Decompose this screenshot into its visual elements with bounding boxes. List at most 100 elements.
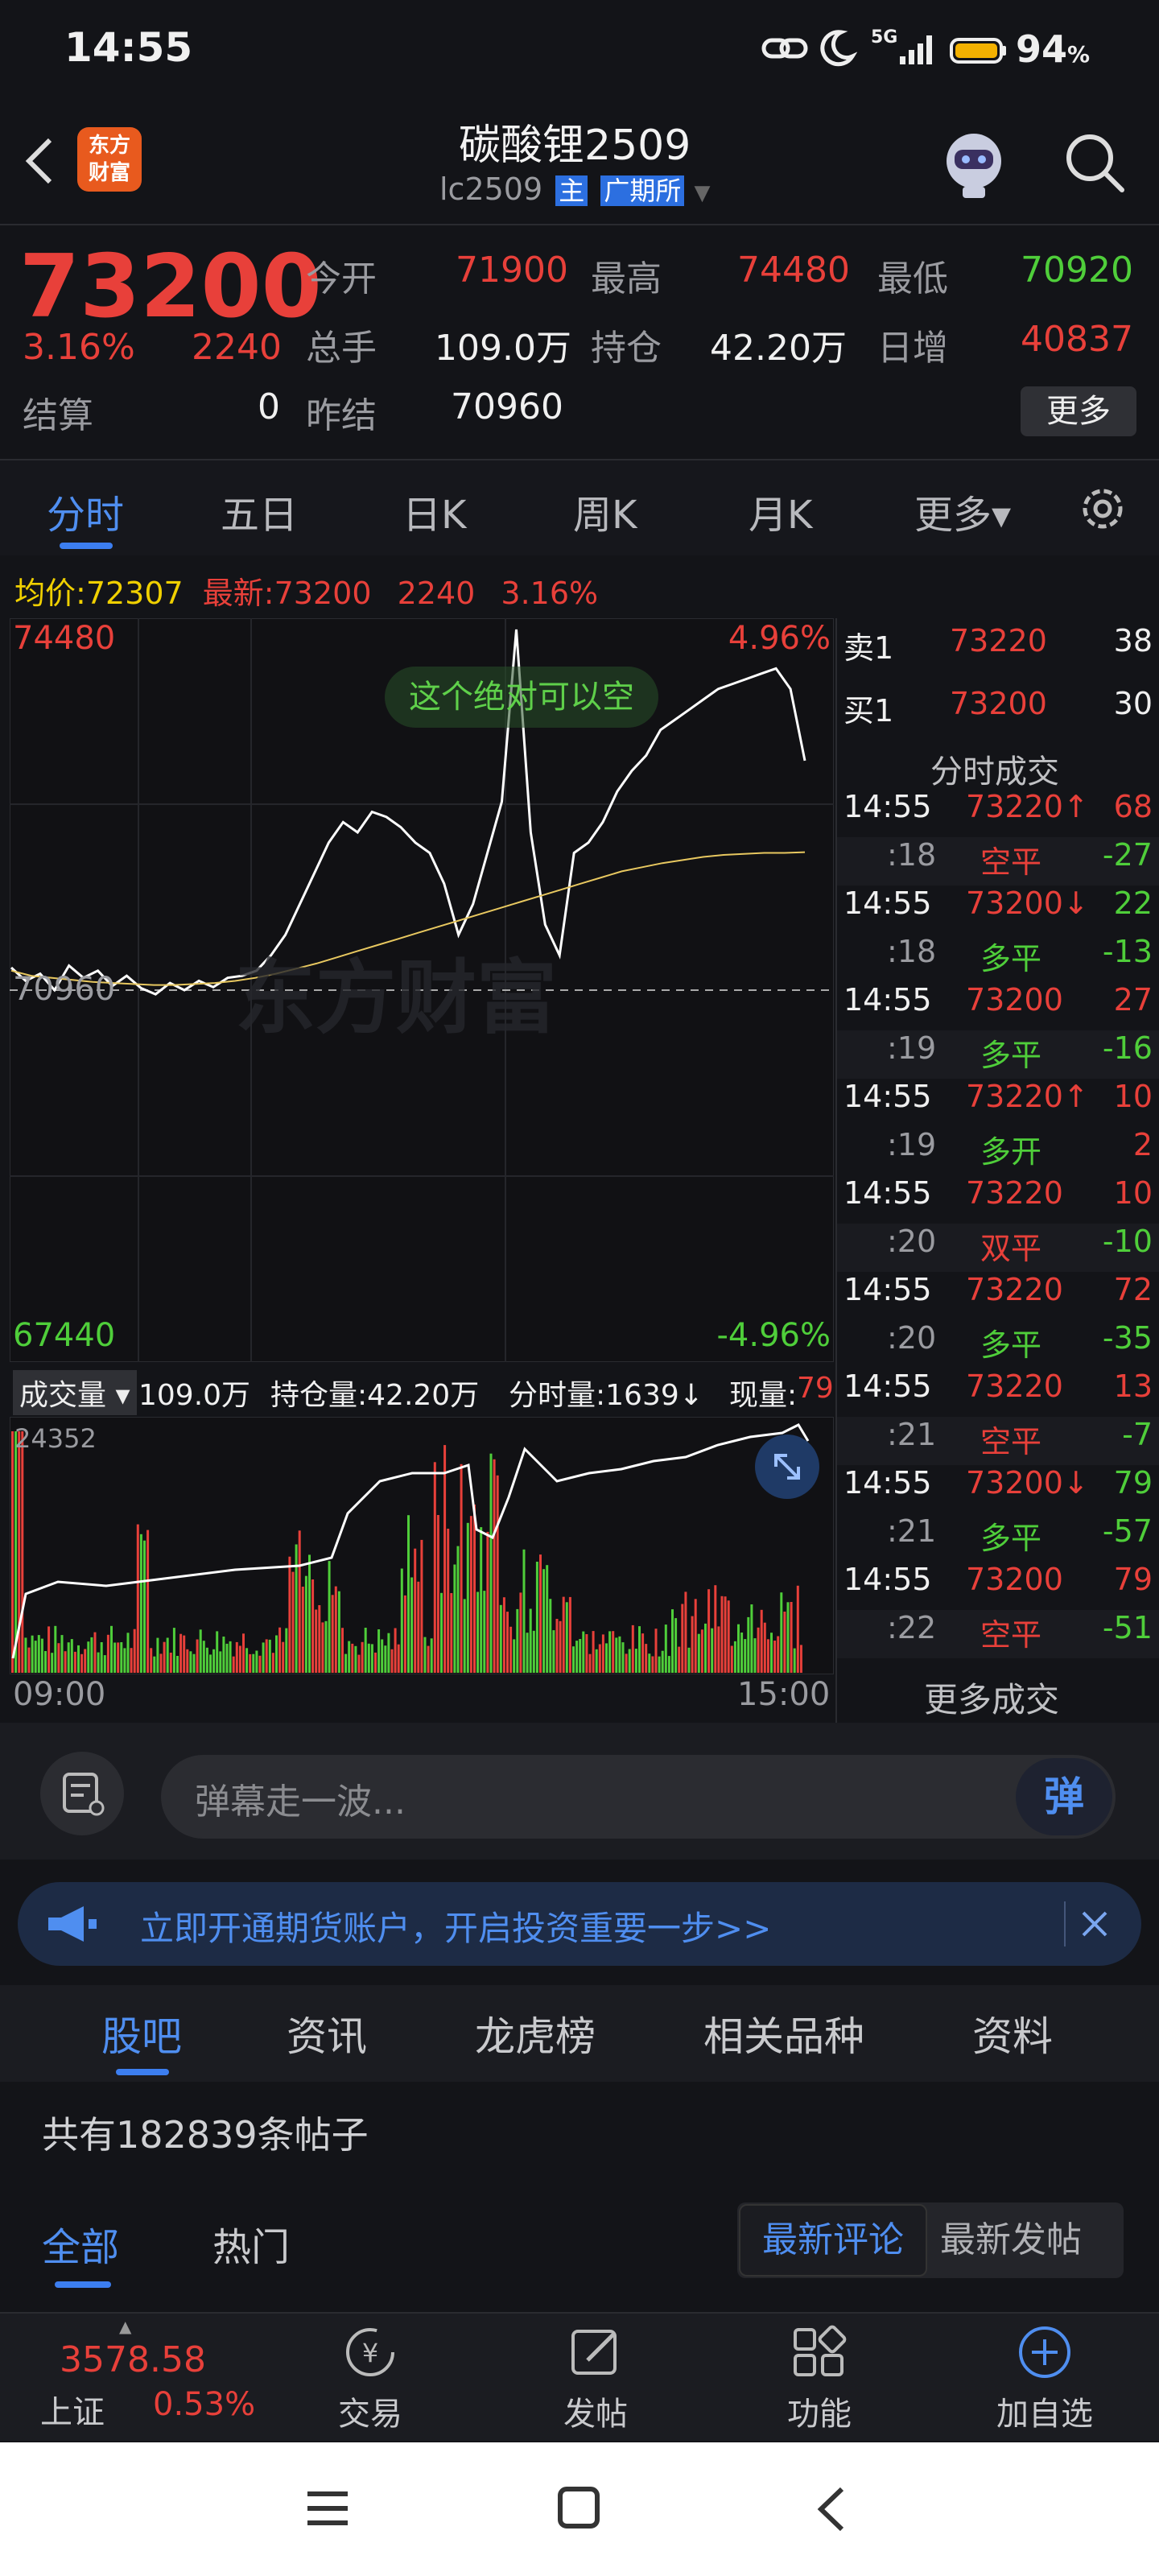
- volume-bar: [44, 1651, 47, 1673]
- sort-latest-post[interactable]: 最新发帖: [940, 2204, 1082, 2277]
- trade-kind: 多平: [980, 941, 1042, 976]
- tab-rankings[interactable]: 龙虎榜: [475, 2004, 596, 2062]
- volume-bar: [291, 1571, 295, 1673]
- trade-time: 14:55: [843, 1272, 932, 1307]
- volume-bar: [443, 1445, 447, 1673]
- prev-settle-value: 70960: [451, 386, 563, 427]
- volume-bar: [598, 1644, 601, 1673]
- tab-profile[interactable]: 资料: [972, 2004, 1053, 2062]
- volume-bar: [205, 1647, 208, 1673]
- volume-bar: [546, 1565, 549, 1673]
- volume-bar: [476, 1591, 480, 1673]
- trade-time: 14:55: [843, 1562, 932, 1597]
- volume-bar: [282, 1641, 285, 1673]
- expand-icon[interactable]: [755, 1435, 819, 1499]
- bottom-price-label: 67440: [13, 1317, 116, 1354]
- volume-bar: [113, 1642, 117, 1673]
- filter-indicator: [55, 2281, 111, 2288]
- volume-bar: [427, 1645, 430, 1673]
- trade-row: 14:55 73200↓ 79: [837, 1465, 1159, 1513]
- add-watchlist-nav-item[interactable]: 加自选: [964, 2323, 1125, 2433]
- volume-bar: [608, 1631, 612, 1673]
- tab-intraday[interactable]: 分时: [47, 483, 124, 539]
- back-nav-icon[interactable]: [805, 2481, 861, 2537]
- time-end-label: 15:00: [737, 1676, 831, 1713]
- volume-header: 成交量 ▾ 109.0万 持仓量:42.20万 分时量:1639↓ 现量: 79: [10, 1365, 834, 1415]
- tab-related[interactable]: 相关品种: [703, 2004, 864, 2062]
- volume-max-label: 24352: [14, 1423, 97, 1454]
- volume-bar: [136, 1524, 139, 1673]
- promo-banner[interactable]: 立即开通期货账户，开启投资重要一步>>: [18, 1882, 1141, 1966]
- volume-bar: [499, 1604, 502, 1673]
- index-value[interactable]: 3578.58: [60, 2339, 206, 2380]
- contract-code[interactable]: lc2509 主 广期所 ▼: [439, 171, 710, 208]
- close-icon[interactable]: [1064, 1901, 1112, 1946]
- volume-bar: [707, 1589, 711, 1673]
- robot-assistant-icon[interactable]: [934, 122, 1014, 203]
- danmaku-send-button[interactable]: 弹: [1016, 1758, 1112, 1835]
- danmaku-list-icon[interactable]: [40, 1752, 124, 1835]
- volume-bar: [522, 1549, 526, 1673]
- volume-bar: [582, 1631, 585, 1673]
- volume-bar: [737, 1624, 740, 1673]
- volume-bar: [212, 1649, 216, 1673]
- trade-detail-row: :22 空平 -51: [837, 1610, 1159, 1658]
- volume-value: 109.0万: [435, 328, 571, 369]
- volume-bar: [667, 1656, 670, 1673]
- tab-forum[interactable]: 股吧: [101, 2004, 182, 2062]
- tab-monthly-k[interactable]: 月K: [749, 483, 812, 539]
- index-name: 上证: [40, 2394, 105, 2431]
- volume-bar: [321, 1622, 324, 1673]
- tab-news[interactable]: 资讯: [287, 2004, 367, 2062]
- volume-bar: [21, 1431, 24, 1673]
- volume-bar: [588, 1653, 592, 1673]
- menu-icon[interactable]: [299, 2484, 356, 2533]
- volume-bar: [315, 1609, 318, 1673]
- volume-selector[interactable]: 成交量 ▾: [13, 1370, 137, 1415]
- ask-row: 卖1 73220 38: [843, 623, 1153, 666]
- trade-kind: 多平: [980, 1521, 1042, 1556]
- more-trades-button[interactable]: 更多成交: [924, 1673, 1059, 1722]
- trade-oi-change: -57: [1102, 1513, 1153, 1549]
- volume-chart[interactable]: 24352: [9, 1416, 835, 1675]
- intraday-chart[interactable]: 东方财富 74480 4.96% 70960 67440 -4.96% 这个绝对…: [9, 617, 835, 1363]
- tab-five-day[interactable]: 五日: [221, 483, 298, 539]
- search-icon[interactable]: [1061, 129, 1128, 196]
- tab-more[interactable]: 更多▾: [914, 483, 1011, 539]
- home-icon[interactable]: [552, 2481, 608, 2537]
- sort-latest-comment[interactable]: 最新评论: [739, 2204, 927, 2277]
- post-nav-item[interactable]: 发帖: [515, 2323, 676, 2433]
- trade-seconds: :18: [887, 934, 937, 969]
- volume-bar: [351, 1643, 354, 1673]
- volume-bar: [331, 1595, 334, 1673]
- open-label: 今开: [306, 258, 377, 299]
- volume-bar: [361, 1641, 364, 1673]
- tab-weekly-k[interactable]: 周K: [573, 483, 637, 539]
- trade-nav-item[interactable]: ¥ 交易: [290, 2323, 451, 2433]
- volume-bar: [176, 1656, 179, 1673]
- post-count: 共有182839条帖子: [42, 2113, 369, 2157]
- volume-bar: [130, 1648, 133, 1673]
- comment-bubble[interactable]: 这个绝对可以空: [385, 667, 658, 728]
- back-button[interactable]: [16, 129, 64, 193]
- volume-bar: [796, 1585, 799, 1673]
- oi-value: 42.20万: [710, 328, 847, 369]
- danmaku-input[interactable]: 弹幕走一波... 弹: [161, 1755, 1116, 1839]
- volume-bar: [51, 1653, 54, 1673]
- trade-oi-change: 2: [1132, 1127, 1153, 1162]
- filter-all[interactable]: 全部: [42, 2215, 119, 2272]
- trade-kind: 多开: [980, 1134, 1042, 1170]
- volume-bar: [367, 1643, 370, 1673]
- volume-bar: [308, 1554, 311, 1673]
- trade-time: 14:55: [843, 1465, 932, 1501]
- volume-bar: [440, 1592, 443, 1673]
- filter-hot[interactable]: 热门: [212, 2215, 290, 2272]
- settings-gear-icon[interactable]: [1074, 480, 1132, 538]
- more-button[interactable]: 更多: [1021, 386, 1136, 436]
- volume-bar: [423, 1637, 427, 1673]
- tab-daily-k[interactable]: 日K: [402, 483, 466, 539]
- function-nav-item[interactable]: 功能: [739, 2323, 900, 2433]
- volume-bar: [694, 1599, 697, 1673]
- trade-oi-change: -35: [1102, 1320, 1153, 1356]
- tick-volume: 分时量:1639↓: [509, 1379, 703, 1412]
